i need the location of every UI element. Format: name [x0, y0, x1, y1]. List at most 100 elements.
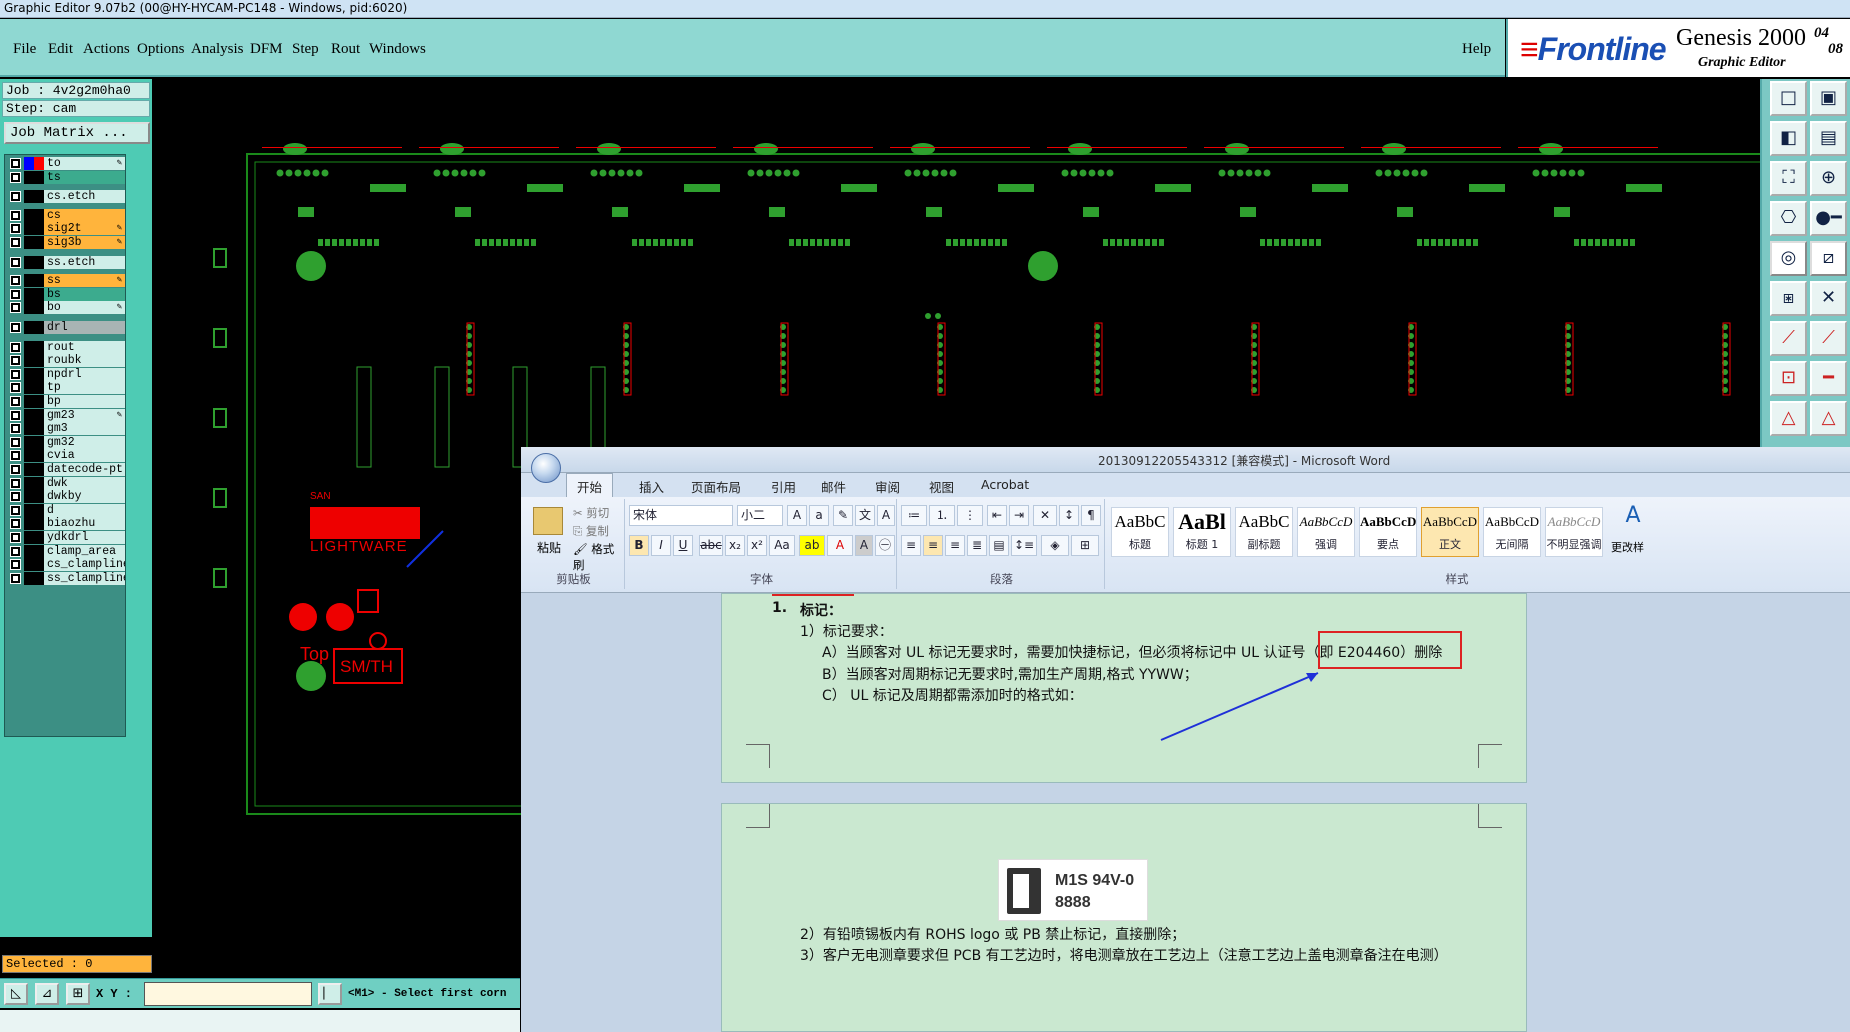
layer-row-gm23[interactable]: gm23 ✎: [7, 408, 125, 422]
layer-color-swatch[interactable]: [24, 544, 44, 558]
layer-name[interactable]: cs.etch: [44, 190, 125, 204]
layer-checkbox[interactable]: [10, 209, 21, 221]
style-title[interactable]: AaBbC 标题: [1111, 507, 1169, 557]
cut-button[interactable]: ✂ 剪切: [573, 505, 609, 521]
layer-color-swatch[interactable]: [24, 301, 44, 315]
style-subtitle[interactable]: AaBbC 副标题: [1235, 507, 1293, 557]
layer-name[interactable]: dwkby: [44, 490, 125, 504]
subscript-icon[interactable]: x₂: [725, 535, 745, 556]
style-heading1[interactable]: AaBl 标题 1: [1173, 507, 1231, 557]
strikethrough-icon[interactable]: abc: [699, 535, 723, 556]
paste-label[interactable]: 粘贴: [537, 539, 561, 556]
layer-checkbox[interactable]: [10, 477, 21, 489]
layer-name[interactable]: sig3b ✎: [44, 236, 125, 249]
decrease-indent-icon[interactable]: ⇤: [987, 505, 1007, 526]
layer-checkbox[interactable]: [10, 504, 21, 516]
layer-name[interactable]: bo ✎: [44, 301, 125, 315]
layer-name[interactable]: ss_clampline: [44, 571, 125, 585]
layer-checkbox[interactable]: [10, 288, 21, 300]
layer-color-swatch[interactable]: [24, 476, 44, 490]
pan-icon[interactable]: ▤: [1810, 121, 1847, 156]
layer-color-swatch[interactable]: [24, 517, 44, 531]
layer-color-swatch[interactable]: [24, 255, 44, 269]
line-icon[interactable]: ●━: [1810, 201, 1847, 236]
menu-analysis[interactable]: Analysis: [191, 41, 244, 58]
layer-name[interactable]: gm3: [44, 422, 125, 436]
bullets-icon[interactable]: ≔: [901, 505, 927, 526]
surface-icon[interactable]: △: [1810, 401, 1847, 436]
italic-icon[interactable]: I: [651, 535, 671, 556]
menu-windows[interactable]: Windows: [369, 41, 426, 58]
layer-color-swatch[interactable]: [24, 321, 44, 334]
delete-icon[interactable]: ✕: [1810, 281, 1847, 316]
tab-review[interactable]: 审阅: [875, 477, 900, 496]
job-matrix-button[interactable]: Job Matrix ...: [4, 122, 150, 144]
layer-checkbox[interactable]: [10, 491, 21, 503]
layer-checkbox[interactable]: [10, 382, 21, 394]
layer-row-cs[interactable]: cs: [7, 208, 125, 222]
layer-checkbox[interactable]: [10, 545, 21, 557]
layer-name[interactable]: ts: [44, 170, 125, 184]
layer-color-swatch[interactable]: [24, 157, 44, 170]
char-shading-icon[interactable]: A: [855, 535, 873, 556]
layer-row-roubk[interactable]: roubk: [7, 354, 125, 368]
fullscreen-icon[interactable]: ⛶: [1770, 161, 1807, 196]
change-styles-label[interactable]: 更改样: [1611, 539, 1644, 555]
layer-color-swatch[interactable]: [24, 208, 44, 222]
layer-row-dwkby[interactable]: dwkby: [7, 490, 125, 504]
layer-row-biaozhu[interactable]: biaozhu: [7, 517, 125, 531]
layer-checkbox[interactable]: [10, 355, 21, 367]
tab-layout[interactable]: 页面布局: [691, 477, 741, 496]
layer-name[interactable]: npdrl: [44, 367, 125, 381]
menu-rout[interactable]: Rout: [331, 41, 360, 58]
layer-name[interactable]: sig2t ✎: [44, 222, 125, 236]
layer-checkbox[interactable]: [10, 158, 21, 169]
sort-icon[interactable]: ↕: [1059, 505, 1079, 526]
layer-row-gm3[interactable]: gm3: [7, 422, 125, 436]
layer-row-datecode-pt[interactable]: datecode-pt: [7, 463, 125, 476]
layer-row-sig3b[interactable]: sig3b ✎: [7, 236, 125, 249]
snap-icon[interactable]: ◺: [4, 983, 28, 1005]
layer-checkbox[interactable]: [10, 436, 21, 448]
menu-step[interactable]: Step: [292, 41, 319, 58]
center-icon[interactable]: ⊕: [1810, 161, 1847, 196]
connect-icon[interactable]: ⧆: [1770, 281, 1807, 316]
layer-checkbox[interactable]: [10, 341, 21, 353]
menu-dfm[interactable]: DFM: [250, 41, 283, 58]
layer-name[interactable]: cvia: [44, 449, 125, 463]
layer-row-ss.etch[interactable]: ss.etch: [7, 255, 125, 269]
layer-checkbox[interactable]: [10, 409, 21, 421]
layer-row-clamp_area[interactable]: clamp_area: [7, 544, 125, 558]
menu-edit[interactable]: Edit: [48, 41, 73, 58]
layer-row-ts[interactable]: ts: [7, 170, 125, 184]
style-emphasis[interactable]: AaBbCcD 强调: [1297, 507, 1355, 557]
style-strong[interactable]: AaBbCcD 要点: [1359, 507, 1417, 557]
layer-checkbox[interactable]: [10, 532, 21, 543]
layer-checkbox[interactable]: [10, 302, 21, 314]
layer-checkbox[interactable]: [10, 256, 21, 268]
layer-name[interactable]: cs_clampline: [44, 558, 125, 572]
phonetic-icon[interactable]: 文: [855, 505, 875, 526]
layer-checkbox[interactable]: [10, 423, 21, 435]
layer-row-cvia[interactable]: cvia: [7, 449, 125, 463]
shading-icon[interactable]: ◈: [1041, 535, 1069, 556]
layer-name[interactable]: bp: [44, 395, 125, 408]
layer-name[interactable]: ss.etch: [44, 255, 125, 269]
layer-name[interactable]: rout: [44, 340, 125, 354]
copy-button[interactable]: ⎘ 复制: [573, 523, 609, 539]
highlight-icon[interactable]: ab: [799, 535, 825, 556]
layer-color-swatch[interactable]: [24, 222, 44, 236]
font-size-select[interactable]: 小二: [737, 505, 783, 526]
enclose-char-icon[interactable]: ㊀: [875, 535, 895, 556]
layer-name[interactable]: ydkdrl: [44, 531, 125, 544]
layer-color-swatch[interactable]: [24, 571, 44, 585]
menu-options[interactable]: Options: [137, 41, 185, 58]
layer-row-bp[interactable]: bp: [7, 395, 125, 408]
tab-view[interactable]: 视图: [929, 477, 954, 496]
box-select-icon[interactable]: ⧄: [1810, 241, 1847, 276]
layer-name[interactable]: roubk: [44, 354, 125, 368]
layer-name[interactable]: cs: [44, 208, 125, 222]
borders-icon[interactable]: ⊞: [1071, 535, 1099, 556]
layer-color-swatch[interactable]: [24, 367, 44, 381]
layer-color-swatch[interactable]: [24, 190, 44, 204]
